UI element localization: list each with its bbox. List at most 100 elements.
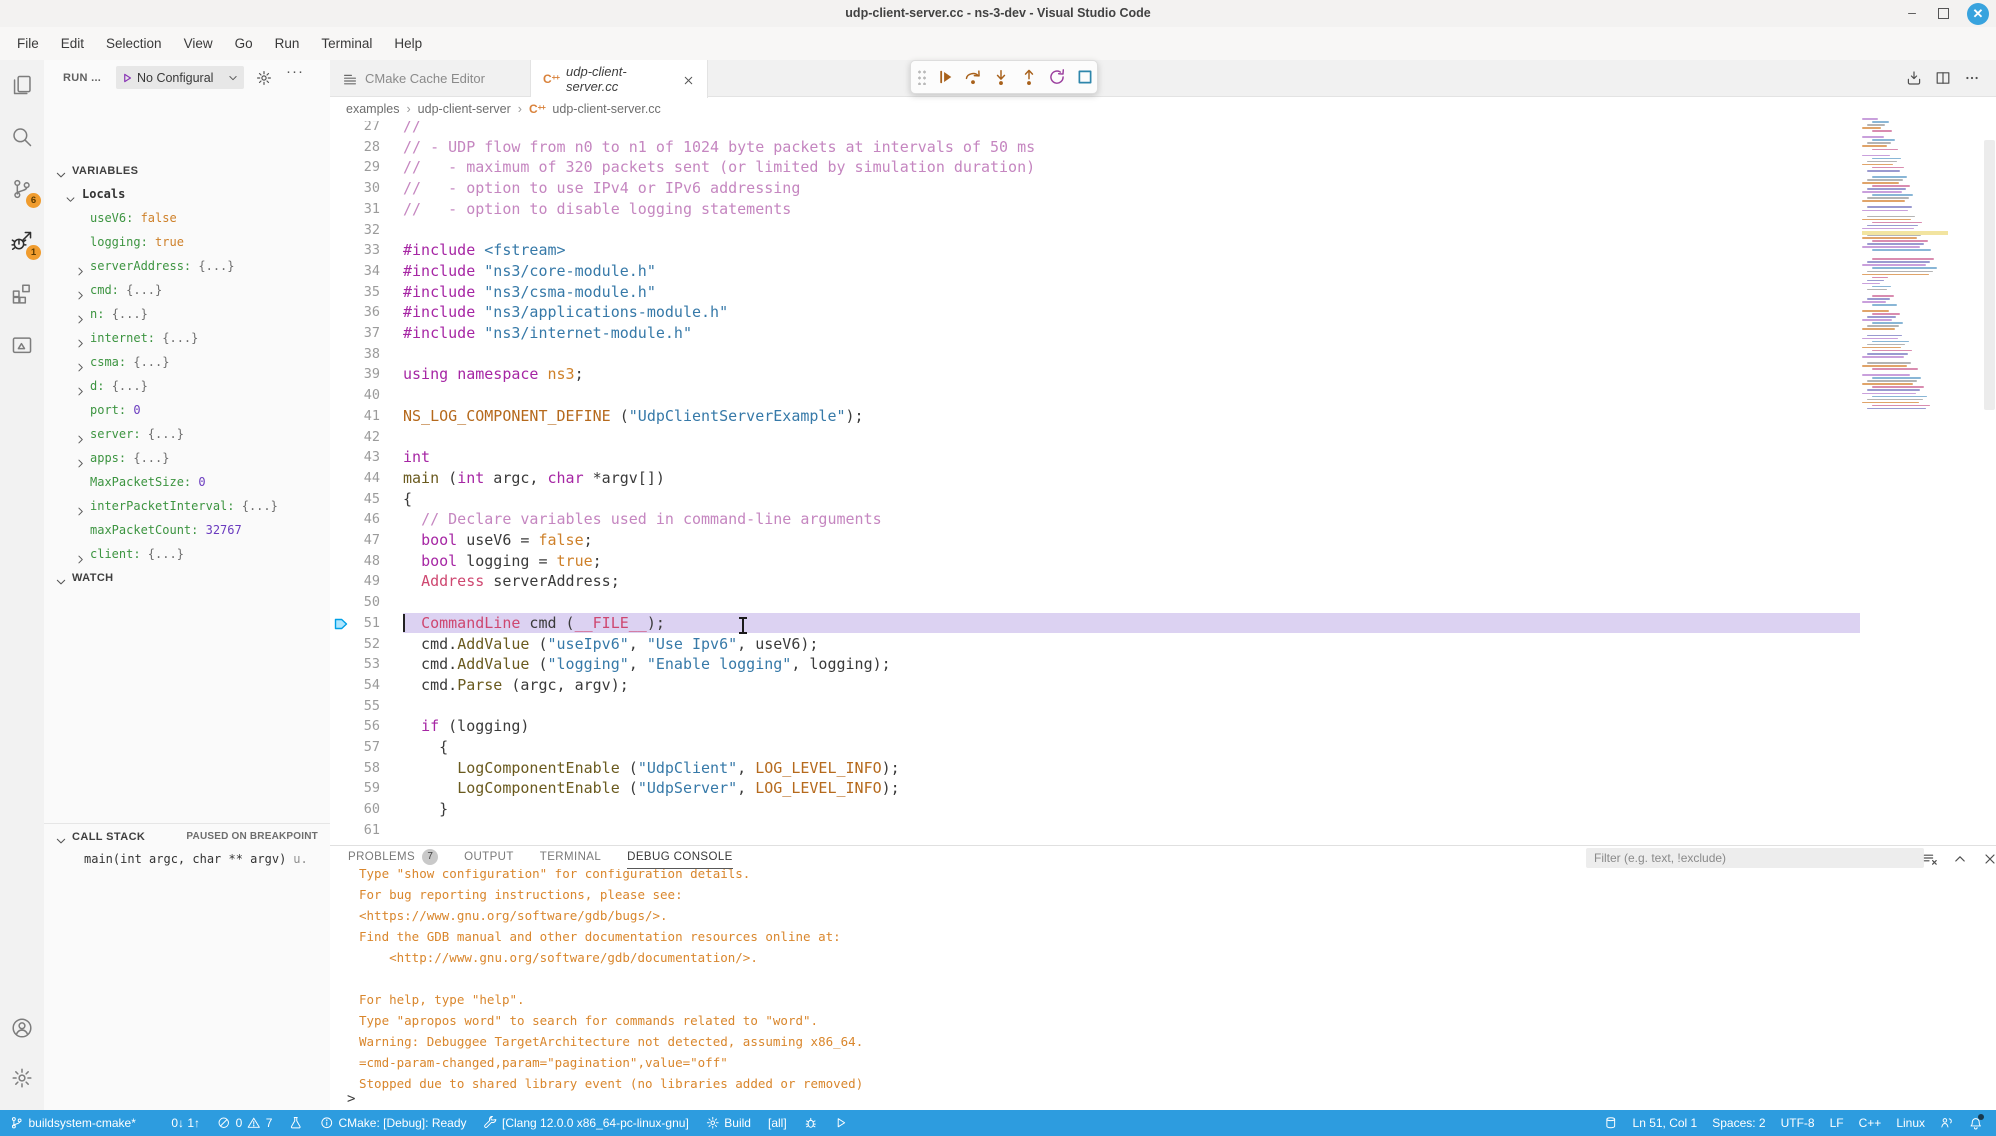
menu-terminal[interactable]: Terminal xyxy=(310,36,383,51)
activity-accounts-icon[interactable] xyxy=(6,1012,38,1044)
stop-button[interactable] xyxy=(1075,67,1095,87)
status-encoding[interactable]: UTF-8 xyxy=(1781,1116,1815,1130)
breadcrumb-item[interactable]: examples xyxy=(346,102,400,116)
code-line-27[interactable]: // xyxy=(403,121,421,137)
menu-view[interactable]: View xyxy=(173,36,224,51)
status-cmake-launch[interactable] xyxy=(834,1116,848,1130)
code-line-60[interactable]: } xyxy=(403,799,448,820)
code-line-45[interactable]: { xyxy=(403,489,412,510)
activity-run-and-debug-icon[interactable]: 1 xyxy=(6,225,38,257)
editor-scrollbar[interactable] xyxy=(1984,140,1995,410)
menu-edit[interactable]: Edit xyxy=(50,36,95,51)
code-line-41[interactable]: NS_LOG_COMPONENT_DEFINE ("UdpClientServe… xyxy=(403,406,864,427)
close-panel-icon[interactable] xyxy=(1982,850,1996,868)
code-line-47[interactable]: bool useV6 = false; xyxy=(403,530,593,551)
variable-row-maxPacketCount[interactable]: maxPacketCount: 32767 xyxy=(44,518,330,542)
code-line-39[interactable]: using namespace ns3; xyxy=(403,364,584,385)
code-line-35[interactable]: #include "ns3/csma-module.h" xyxy=(403,282,656,303)
line-number-57[interactable]: 57 xyxy=(330,737,380,758)
line-number-52[interactable]: 52 xyxy=(330,634,380,655)
console-filter-input[interactable] xyxy=(1586,848,1924,868)
variable-row-client[interactable]: client: {...} xyxy=(44,542,330,566)
code-editor[interactable]: 27//28// - UDP flow from n0 to n1 of 102… xyxy=(330,121,1996,845)
maximize-button[interactable] xyxy=(1938,8,1949,19)
line-number-44[interactable]: 44 xyxy=(330,468,380,489)
panel-tab-debug-console[interactable]: DEBUG CONSOLE xyxy=(627,846,733,869)
code-line-54[interactable]: cmd.Parse (argc, argv); xyxy=(403,675,629,696)
continue-button[interactable] xyxy=(935,67,955,87)
line-number-31[interactable]: 31 xyxy=(330,199,380,220)
clear-console-icon[interactable] xyxy=(1922,850,1938,868)
line-number-61[interactable]: 61 xyxy=(330,820,380,841)
variable-row-server[interactable]: server: {...} xyxy=(44,422,330,446)
line-number-34[interactable]: 34 xyxy=(330,261,380,282)
line-number-48[interactable]: 48 xyxy=(330,551,380,572)
line-number-36[interactable]: 36 xyxy=(330,302,380,323)
variable-row-n[interactable]: n: {...} xyxy=(44,302,330,326)
line-number-27[interactable]: 27 xyxy=(330,121,380,137)
maximize-panel-icon[interactable] xyxy=(1952,850,1968,868)
menu-run[interactable]: Run xyxy=(264,36,311,51)
status-remote-os[interactable]: Linux xyxy=(1896,1116,1925,1130)
locals-scope-row[interactable]: Locals xyxy=(44,182,330,206)
activity-source-control-icon[interactable]: 6 xyxy=(6,173,38,205)
code-line-52[interactable]: cmd.AddValue ("useIpv6", "Use Ipv6", use… xyxy=(403,634,818,655)
status-cmake-variant[interactable]: CMake: [Debug]: Ready xyxy=(320,1116,467,1130)
status-language-mode[interactable]: C++ xyxy=(1859,1116,1882,1130)
code-line-59[interactable]: LogComponentEnable ("UdpServer", LOG_LEV… xyxy=(403,778,900,799)
debug-settings-gear-icon[interactable] xyxy=(256,69,272,87)
activity-search-icon[interactable] xyxy=(6,121,38,153)
stepinto-button[interactable] xyxy=(991,67,1011,87)
status-storage[interactable] xyxy=(1604,1116,1618,1130)
code-line-46[interactable]: // Declare variables used in command-lin… xyxy=(403,509,882,530)
line-number-59[interactable]: 59 xyxy=(330,778,380,799)
code-line-44[interactable]: main (int argc, char *argv[]) xyxy=(403,468,665,489)
line-number-53[interactable]: 53 xyxy=(330,654,380,675)
line-number-46[interactable]: 46 xyxy=(330,509,380,530)
line-number-29[interactable]: 29 xyxy=(330,157,380,178)
editor-tab-udp-client-server-cc[interactable]: C++udp-client-server.cc xyxy=(531,60,708,98)
code-line-33[interactable]: #include <fstream> xyxy=(403,240,566,261)
code-line-43[interactable]: int xyxy=(403,447,430,468)
panel-tab-problems[interactable]: PROBLEMS7 xyxy=(348,846,438,869)
variable-row-d[interactable]: d: {...} xyxy=(44,374,330,398)
breadcrumb-item[interactable]: C++ udp-client-server.cc xyxy=(529,102,661,116)
close-tab-icon[interactable] xyxy=(682,71,695,86)
status-cmake-kit[interactable]: [Clang 12.0.0 x86_64-pc-linux-gnu] xyxy=(484,1116,689,1130)
line-number-56[interactable]: 56 xyxy=(330,716,380,737)
line-number-45[interactable]: 45 xyxy=(330,489,380,510)
menu-go[interactable]: Go xyxy=(224,36,264,51)
editor-tab-cmake-cache-editor[interactable]: CMake Cache Editor xyxy=(330,60,531,97)
code-line-48[interactable]: bool logging = true; xyxy=(403,551,602,572)
line-number-42[interactable]: 42 xyxy=(330,427,380,448)
line-number-50[interactable]: 50 xyxy=(330,592,380,613)
line-number-60[interactable]: 60 xyxy=(330,799,380,820)
code-line-49[interactable]: Address serverAddress; xyxy=(403,571,620,592)
code-line-51[interactable]: CommandLine cmd (__FILE__); xyxy=(403,613,665,634)
call-stack-frame[interactable]: main(int argc, char ** argv)u. xyxy=(44,848,330,870)
variable-row-apps[interactable]: apps: {...} xyxy=(44,446,330,470)
variable-row-csma[interactable]: csma: {...} xyxy=(44,350,330,374)
minimize-button[interactable]: – xyxy=(1902,3,1922,23)
status-sync-changes[interactable]: 0↓ 1↑ xyxy=(153,1116,200,1130)
variable-row-internet[interactable]: internet: {...} xyxy=(44,326,330,350)
status-cmake-build-target[interactable]: [all] xyxy=(768,1116,787,1130)
status-problems[interactable]: 07 xyxy=(217,1116,272,1130)
code-line-30[interactable]: // - option to use IPv4 or IPv6 addressi… xyxy=(403,178,800,199)
line-number-55[interactable]: 55 xyxy=(330,696,380,717)
line-number-43[interactable]: 43 xyxy=(330,447,380,468)
split-editor-icon[interactable] xyxy=(1935,69,1951,87)
line-number-33[interactable]: 33 xyxy=(330,240,380,261)
variable-row-serverAddress[interactable]: serverAddress: {...} xyxy=(44,254,330,278)
call-stack-section-header[interactable]: CALL STACK PAUSED ON BREAKPOINT xyxy=(44,826,330,848)
line-number-39[interactable]: 39 xyxy=(330,364,380,385)
panel-tab-output[interactable]: OUTPUT xyxy=(464,846,514,869)
status-cmake-build[interactable]: Build xyxy=(706,1116,751,1130)
variable-row-logging[interactable]: logging: true xyxy=(44,230,330,254)
restart-button[interactable] xyxy=(1047,67,1067,87)
stepover-button[interactable] xyxy=(963,67,983,87)
menu-selection[interactable]: Selection xyxy=(95,36,173,51)
line-number-28[interactable]: 28 xyxy=(330,137,380,158)
activity-explorer-icon[interactable] xyxy=(6,69,38,101)
status-feedback[interactable] xyxy=(1940,1116,1954,1130)
